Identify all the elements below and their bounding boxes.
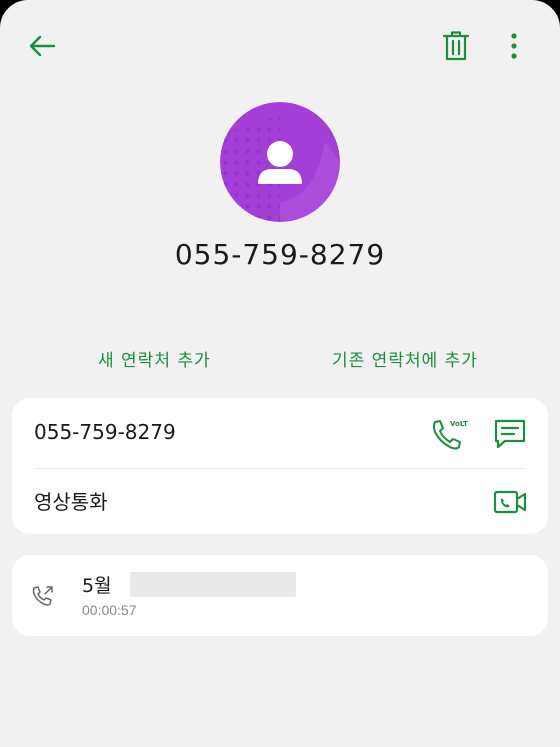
video-call-icon xyxy=(493,490,527,514)
back-arrow-icon xyxy=(29,35,56,57)
voice-call-button[interactable]: VoLTE xyxy=(428,414,468,454)
trash-icon xyxy=(443,31,469,61)
more-vert-icon xyxy=(511,33,517,59)
video-call-label: 영상통화 xyxy=(34,490,108,514)
redacted-time xyxy=(130,572,296,597)
volte-badge: VoLTE xyxy=(450,420,468,428)
video-call-row[interactable]: 영상통화 xyxy=(12,466,548,534)
call-log-duration: 00:00:57 xyxy=(82,602,137,618)
phone-row[interactable]: 055-759-8279 VoLTE xyxy=(12,398,548,466)
message-button[interactable] xyxy=(490,414,530,454)
top-app-bar xyxy=(0,0,560,90)
volte-call-icon: VoLTE xyxy=(433,420,468,450)
call-log-card[interactable]: 5월 00:00:57 xyxy=(12,555,548,636)
contact-detail-screen: 055-759-8279 새 연락처 추가 기존 연락처에 추가 055-759… xyxy=(0,0,560,747)
video-call-button[interactable] xyxy=(490,482,530,522)
delete-button[interactable] xyxy=(436,26,476,66)
call-log-entry-icon xyxy=(30,583,58,611)
person-icon xyxy=(220,102,340,222)
phone-number: 055-759-8279 xyxy=(34,420,176,444)
more-options-button[interactable] xyxy=(496,26,532,66)
contact-number-title: 055-759-8279 xyxy=(174,238,386,271)
message-icon xyxy=(494,419,526,449)
add-to-existing-contact-button[interactable]: 기존 연락처에 추가 xyxy=(332,346,478,371)
contact-details-card: 055-759-8279 VoLTE 영상통화 xyxy=(12,398,548,534)
contact-avatar xyxy=(220,102,340,222)
outgoing-call-icon xyxy=(32,586,53,606)
back-button[interactable] xyxy=(22,28,62,64)
call-log-date: 5월 xyxy=(82,575,112,597)
add-new-contact-button[interactable]: 새 연락처 추가 xyxy=(98,346,211,371)
